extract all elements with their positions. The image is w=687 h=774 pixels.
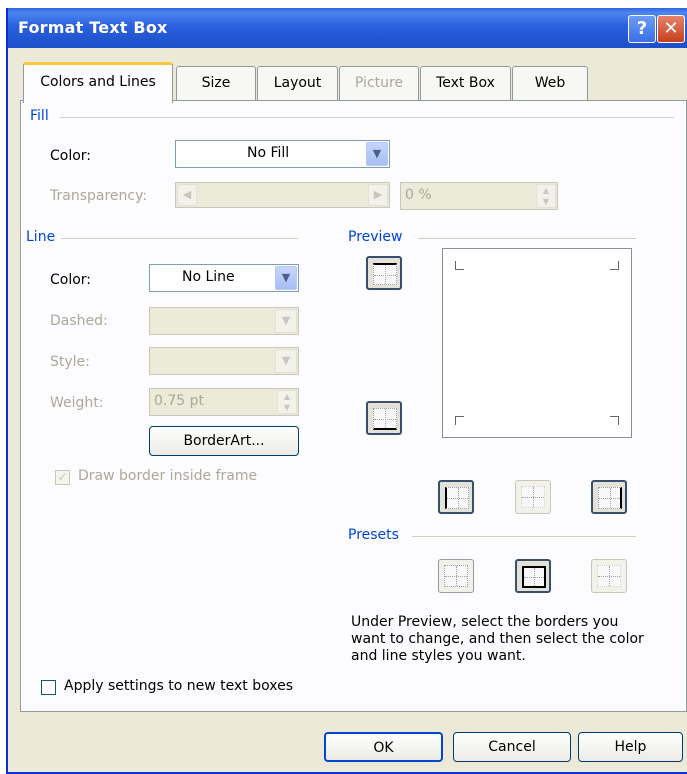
inside-vertical-border-icon[interactable] [515, 480, 551, 514]
weight-spinner: 0.75 pt ▲ ▼ [149, 388, 299, 416]
preview-separator [418, 238, 636, 239]
tab-layout[interactable]: Layout [257, 66, 338, 100]
fill-color-select[interactable]: No Fill ▼ [175, 140, 390, 168]
top-border-icon[interactable] [366, 256, 402, 290]
spinner-arrows-icon: ▲ ▼ [277, 390, 297, 414]
weight-value: 0.75 pt [154, 393, 204, 409]
cancel-button[interactable]: Cancel [453, 732, 571, 762]
apply-new-checkbox[interactable] [41, 680, 56, 695]
presets-group-label: Presets [348, 527, 405, 543]
preview-corner-mark [455, 261, 464, 270]
dashed-select: ▼ [149, 307, 299, 335]
dashed-label: Dashed: [50, 313, 108, 329]
ok-button[interactable]: OK [324, 732, 443, 762]
fill-group-label: Fill [30, 108, 55, 124]
line-color-label: Color: [50, 272, 92, 288]
transparency-spinner: 0 % ▲ ▼ [400, 182, 558, 210]
transparency-slider: ◀ ▶ [175, 182, 390, 208]
line-color-value: No Line [182, 269, 235, 285]
scroll-left-icon: ◀ [177, 184, 197, 206]
close-icon[interactable]: ✕ [657, 15, 685, 43]
line-group-label: Line [26, 229, 62, 245]
preview-corner-mark [455, 416, 464, 425]
fill-color-value: No Fill [247, 145, 290, 161]
chevron-down-icon[interactable]: ▼ [275, 266, 297, 290]
bottom-border-icon[interactable] [366, 401, 402, 435]
chevron-down-icon[interactable]: ▼ [366, 142, 388, 166]
window-title: Format Text Box [18, 18, 168, 37]
transparency-value: 0 % [405, 187, 432, 203]
left-border-icon[interactable] [438, 480, 474, 514]
apply-new-label: Apply settings to new text boxes [64, 678, 294, 694]
chevron-down-icon: ▼ [275, 309, 297, 333]
draw-inside-checkbox: ✓ [55, 470, 70, 485]
chevron-down-icon: ▼ [275, 349, 297, 373]
right-border-icon[interactable] [591, 480, 627, 514]
tab-size[interactable]: Size [176, 66, 256, 100]
preset-none-icon[interactable] [438, 559, 474, 593]
transparency-label: Transparency: [50, 188, 148, 204]
tab-colors-and-lines[interactable]: Colors and Lines [23, 62, 173, 103]
tab-text-box[interactable]: Text Box [420, 66, 511, 100]
weight-label: Weight: [50, 395, 104, 411]
preset-grid-icon[interactable] [591, 559, 627, 593]
preview-corner-mark [610, 416, 619, 425]
borderart-button[interactable]: BorderArt... [149, 426, 299, 456]
preview-corner-mark [610, 261, 619, 270]
preview-hint-text: Under Preview, select the borders you wa… [351, 614, 644, 664]
line-color-select[interactable]: No Line ▼ [149, 264, 299, 292]
preview-group-label: Preview [348, 229, 409, 245]
style-label: Style: [50, 354, 90, 370]
draw-inside-label: Draw border inside frame [78, 468, 258, 484]
fill-separator [60, 117, 674, 118]
style-select: ▼ [149, 347, 299, 375]
tab-picture: Picture [339, 66, 419, 100]
preset-box-icon[interactable] [515, 559, 551, 593]
line-separator [60, 238, 298, 239]
scroll-right-icon: ▶ [368, 184, 388, 206]
help-icon[interactable]: ? [628, 15, 656, 43]
spinner-arrows-icon: ▲ ▼ [536, 184, 556, 208]
help-button[interactable]: Help [578, 732, 683, 762]
fill-color-label: Color: [50, 148, 92, 164]
format-text-box-dialog: Format Text Box ? ✕ Colors and Lines Siz… [6, 8, 687, 774]
title-bar[interactable]: Format Text Box ? ✕ [8, 8, 687, 48]
tab-web[interactable]: Web [512, 66, 588, 100]
presets-separator [412, 536, 636, 537]
border-preview-box[interactable] [442, 248, 632, 438]
